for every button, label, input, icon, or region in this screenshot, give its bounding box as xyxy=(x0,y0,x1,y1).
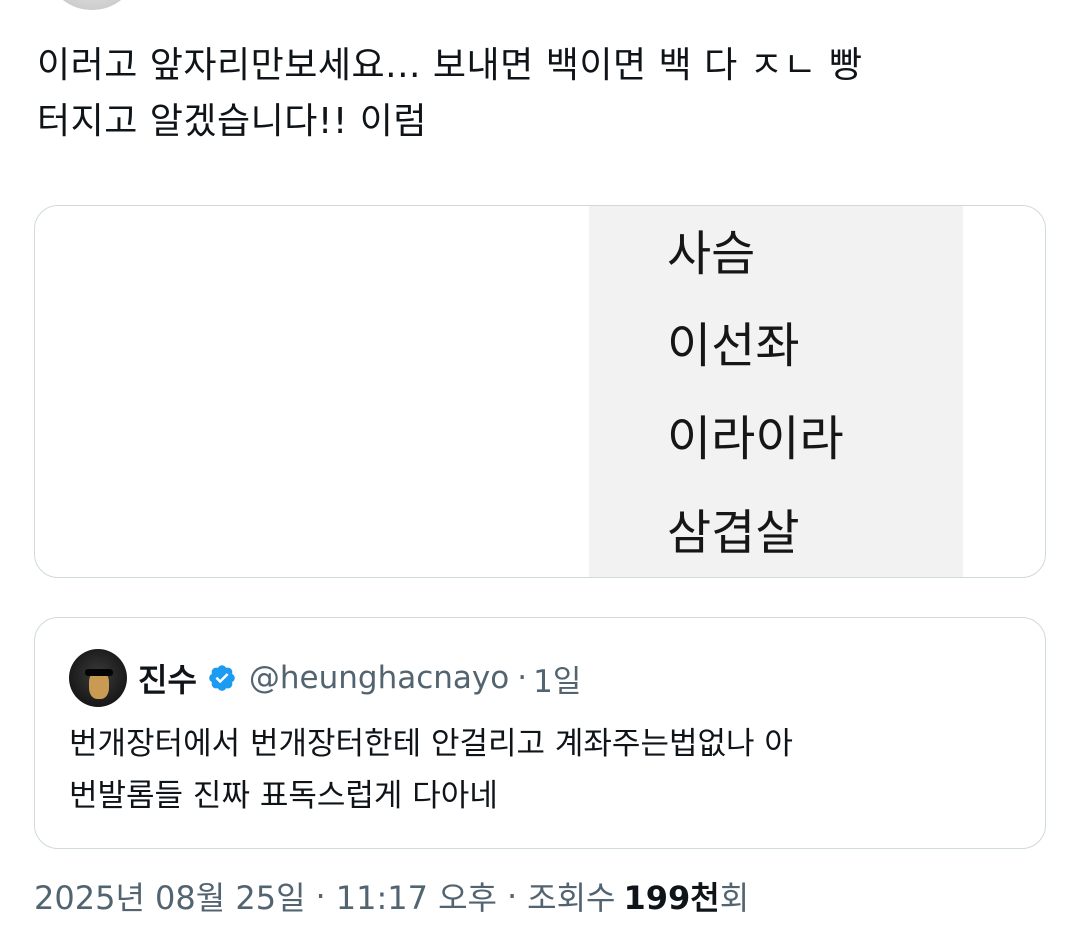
views-suffix: 회 xyxy=(719,879,750,917)
media-word-3: 이라이라 xyxy=(667,411,844,467)
media-word-1: 사슴 xyxy=(667,226,756,282)
media-word-4: 삼겹살 xyxy=(667,505,800,561)
quoted-author-name[interactable]: 진수 xyxy=(138,655,197,701)
header-separator: · xyxy=(517,660,528,696)
verified-badge-icon xyxy=(209,665,235,691)
quoted-author-handle[interactable]: @heunghacnayo xyxy=(249,660,509,696)
tweet-text: 이러고 앞자리만보세요... 보내면 백이면 백 다 ㅈㄴ 빵 터지고 알겠습니… xyxy=(37,38,1037,150)
meta-separator-2: · xyxy=(507,877,518,915)
meta-separator-1: · xyxy=(315,877,326,915)
tweet-media-image[interactable]: 사슴 이선좌 이라이라 삼겹살 xyxy=(34,205,1046,578)
tweet-date[interactable]: 2025년 08월 25일 xyxy=(34,873,306,919)
views-count[interactable]: 199천 xyxy=(624,873,720,919)
quoted-tweet-text: 번개장터에서 번개장터한테 안걸리고 계좌주는법없나 아 번발롬들 진짜 표독스… xyxy=(69,718,1019,822)
quoted-tweet-card[interactable]: 진수 @heunghacnayo · 1일 번개장터에서 번개장터한테 안걸리고… xyxy=(34,617,1046,849)
tweet-text-line-1: 이러고 앞자리만보세요... 보내면 백이면 백 다 ㅈㄴ 빵 xyxy=(37,45,863,86)
quoted-text-line-1: 번개장터에서 번개장터한테 안걸리고 계좌주는법없나 아 xyxy=(69,726,793,762)
media-word-panel: 사슴 이선좌 이라이라 삼겹살 xyxy=(589,206,963,577)
quoted-tweet-header: 진수 @heunghacnayo · 1일 xyxy=(138,651,581,705)
tweet-time[interactable]: 11:17 오후 xyxy=(336,873,497,919)
tweet-metadata: 2025년 08월 25일 · 11:17 오후 · 조회수 199천 회 xyxy=(34,868,749,924)
views-label: 조회수 xyxy=(527,879,616,917)
quoted-author-avatar[interactable] xyxy=(69,649,127,707)
quoted-text-line-2: 번발롬들 진짜 표독스럽게 다아네 xyxy=(69,778,498,814)
author-avatar[interactable] xyxy=(50,0,134,10)
tweet-text-line-2: 터지고 알겠습니다!! 이럼 xyxy=(37,101,427,142)
media-word-2: 이선좌 xyxy=(667,318,800,374)
avatar-sunglasses xyxy=(85,669,113,676)
quoted-tweet-time[interactable]: 1일 xyxy=(533,656,581,701)
